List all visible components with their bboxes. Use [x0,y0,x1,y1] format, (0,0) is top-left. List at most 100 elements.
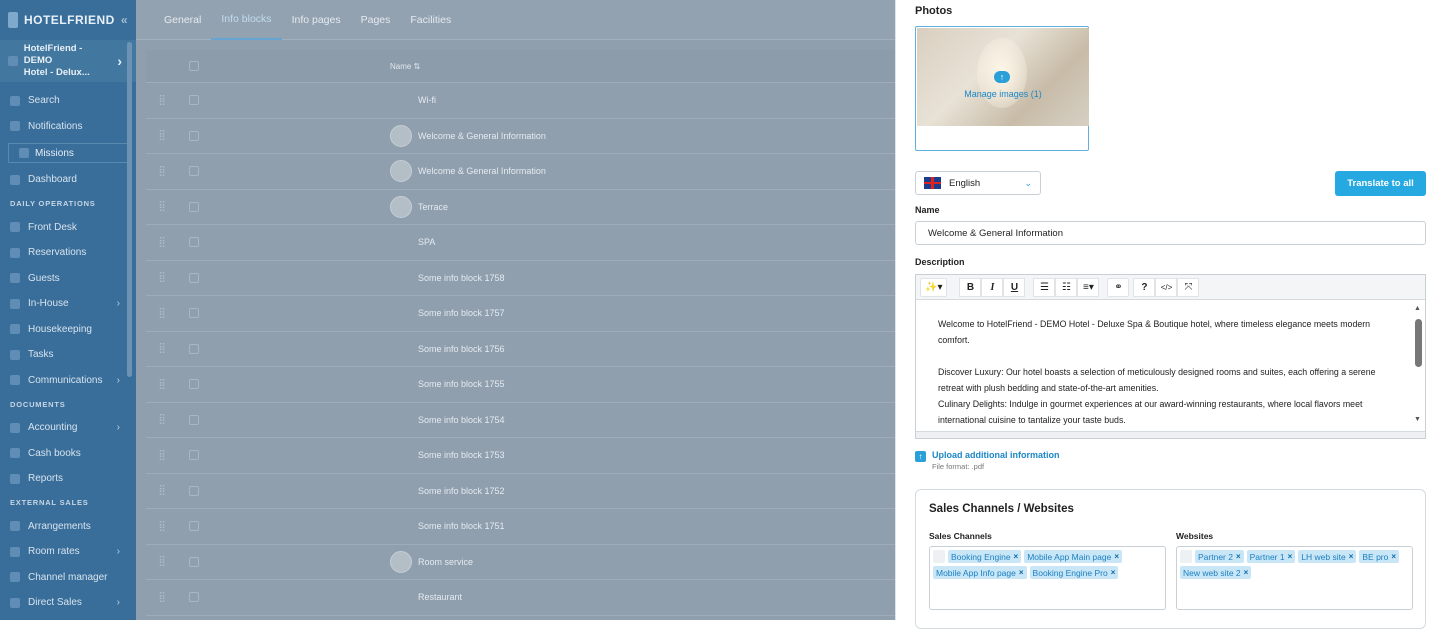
name-input[interactable]: Welcome & General Information [915,221,1426,245]
sidebar-item-direct-sales[interactable]: Direct Sales › [0,590,136,616]
drag-handle-icon[interactable]: ⣿ [146,592,178,603]
remove-tag-icon[interactable]: × [1244,568,1249,577]
remove-tag-icon[interactable]: × [1014,552,1019,561]
sidebar-item-in-house[interactable]: In-House › [0,291,136,317]
scroll-up-icon[interactable]: ▲ [1414,305,1421,312]
table-row[interactable]: ⣿ Terrace [146,190,895,225]
row-checkbox[interactable] [189,521,199,532]
collapse-sidebar-icon[interactable]: « [121,13,128,27]
sidebar-item-reservations[interactable]: Reservations [0,240,136,266]
row-checkbox[interactable] [189,308,199,319]
row-checkbox[interactable] [189,130,199,141]
sidebar-item-reports[interactable]: Reports [0,466,136,492]
table-row[interactable]: ⣿ Some info block 1758 [146,261,895,296]
manage-images-link[interactable]: Manage images (1) [916,89,1090,99]
link-button[interactable]: ⚭ [1107,277,1130,297]
row-checkbox[interactable] [189,556,199,567]
sidebar-item-front-desk[interactable]: Front Desk [0,215,136,241]
table-row[interactable]: ⣿ Welcome & General Information [146,119,895,154]
row-checkbox[interactable] [189,592,199,603]
sidebar-item-guests[interactable]: Guests [0,266,136,292]
numbered-list-button[interactable]: ☷ [1055,277,1078,297]
drag-handle-icon[interactable]: ⣿ [146,201,178,212]
remove-tag-icon[interactable]: × [1391,552,1396,561]
sidebar-item-search[interactable]: Search [0,88,136,114]
tab-general[interactable]: General [154,0,211,40]
table-row[interactable]: ⣿ Restaurant [146,580,895,616]
table-row[interactable]: ⣿ Some info block 1753 [146,438,895,474]
tab-pages[interactable]: Pages [351,0,401,40]
drag-handle-icon[interactable]: ⣿ [146,166,178,177]
tab-info-blocks[interactable]: Info blocks [211,0,282,40]
drag-handle-icon[interactable]: ⣿ [146,343,178,354]
language-select[interactable]: English ⌄ [915,171,1041,195]
table-row[interactable]: ⣿ Some info block 1752 [146,474,895,509]
sidebar-item-channel-manager[interactable]: Channel manager [0,565,136,591]
table-row[interactable]: ⣿ Some info block 1757 [146,296,895,332]
remove-tag-icon[interactable]: × [1111,568,1116,577]
sidebar-item-accounting[interactable]: Accounting › [0,415,136,441]
missions-button[interactable]: Missions [8,143,130,163]
editor-resize-handle[interactable] [916,431,1425,438]
underline-button[interactable]: U [1003,277,1026,297]
photo-upload-box[interactable]: ↑ Manage images (1) [915,26,1089,151]
bold-button[interactable]: B [959,277,982,297]
upload-additional-info[interactable]: ↑ Upload additional information File for… [915,450,1060,471]
align-button[interactable]: ≡▾ [1077,277,1100,297]
remove-tag-icon[interactable]: × [1288,552,1293,561]
table-row[interactable]: ⣿ Some info block 1751 [146,509,895,545]
row-checkbox[interactable] [189,201,199,212]
table-row[interactable]: ⣿ SPA [146,225,895,261]
drag-handle-icon[interactable]: ⣿ [146,308,178,319]
remove-tag-icon[interactable]: × [1236,552,1241,561]
tab-facilities[interactable]: Facilities [400,0,461,40]
sidebar-item-cash-books[interactable]: Cash books [0,441,136,467]
sidebar-item-dashboard[interactable]: Dashboard [0,167,136,193]
drag-handle-icon[interactable]: ⣿ [146,379,178,390]
drag-handle-icon[interactable]: ⣿ [146,485,178,496]
drag-handle-icon[interactable]: ⣿ [146,414,178,425]
sales-channels-multiselect[interactable]: Booking Engine × Mobile App Main page × Mobi… [929,546,1166,610]
scroll-thumb[interactable] [1415,319,1422,367]
drag-handle-icon[interactable]: ⣿ [146,556,178,567]
websites-multiselect[interactable]: Partner 2 × Partner 1 × LH web site × BE pro × N… [1176,546,1413,610]
tab-info-pages[interactable]: Info pages [282,0,351,40]
row-checkbox[interactable] [189,166,199,177]
row-checkbox[interactable] [189,272,199,283]
sidebar-item-notifications[interactable]: Notifications [0,114,136,140]
sidebar-scrollbar[interactable] [127,42,132,377]
table-row[interactable]: ⣿ Some info block 1754 [146,403,895,438]
fullscreen-button[interactable]: ⤧ [1177,277,1200,297]
drag-handle-icon[interactable]: ⣿ [146,237,178,248]
row-checkbox[interactable] [189,95,199,106]
table-row[interactable]: ⣿ Room service [146,545,895,580]
table-row[interactable]: ⣿ Welcome & General Information [146,154,895,190]
table-row[interactable]: ⣿ Some info block 1756 [146,332,895,367]
drag-handle-icon[interactable]: ⣿ [146,95,178,106]
upload-additional-link[interactable]: Upload additional information [932,450,1060,460]
scroll-down-icon[interactable]: ▼ [1414,416,1421,423]
drag-handle-icon[interactable]: ⣿ [146,521,178,532]
bullet-list-button[interactable]: ☰ [1033,277,1056,297]
italic-button[interactable]: I [981,277,1004,297]
magic-style-button[interactable]: ✨▾ [920,277,948,297]
row-checkbox[interactable] [189,414,199,425]
sidebar-item-communications[interactable]: Communications › [0,368,136,394]
sidebar-item-room-rates[interactable]: Room rates › [0,539,136,565]
name-column-header[interactable]: Name ⇅ [210,62,420,71]
row-checkbox[interactable] [189,237,199,248]
table-row[interactable]: ⣿ Some info block 1755 [146,367,895,403]
translate-to-all-button[interactable]: Translate to all [1335,171,1426,196]
editor-content[interactable]: Welcome to HotelFriend - DEMO Hotel - De… [916,300,1414,432]
row-checkbox[interactable] [189,485,199,496]
brand-logo[interactable]: HOTELFRIEND « [0,0,136,40]
drag-handle-icon[interactable]: ⣿ [146,450,178,461]
drag-handle-icon[interactable]: ⣿ [146,272,178,283]
sidebar-item-tasks[interactable]: Tasks [0,342,136,368]
hotel-selector[interactable]: HotelFriend - DEMO Hotel - Delux... › [0,40,136,82]
sidebar-item-housekeeping[interactable]: Housekeeping [0,317,136,343]
row-checkbox[interactable] [189,343,199,354]
sidebar-item-arrangements[interactable]: Arrangements [0,514,136,540]
editor-scrollbar[interactable]: ▲ ▼ [1414,305,1423,423]
remove-tag-icon[interactable]: × [1114,552,1119,561]
